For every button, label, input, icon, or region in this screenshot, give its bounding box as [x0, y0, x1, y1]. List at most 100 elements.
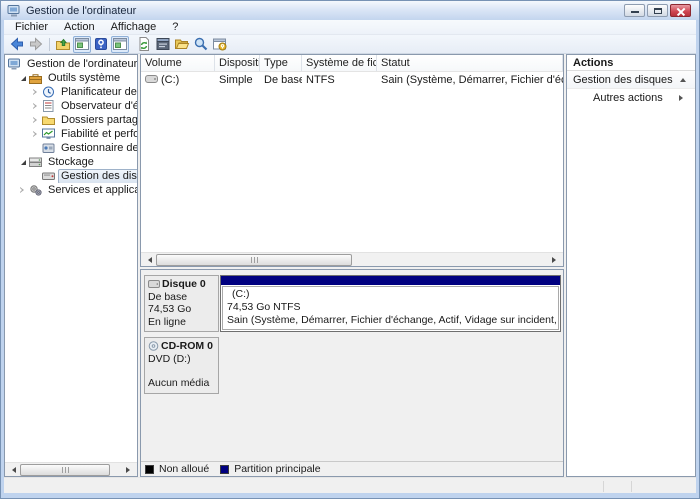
- collapsed-arrow-icon[interactable]: [32, 117, 41, 123]
- legend-primary-partition-label: Partition principale: [234, 463, 321, 475]
- tree-item-outils-systeme[interactable]: Outils système: [5, 71, 137, 85]
- tree-item-services-applications[interactable]: Services et applications: [5, 183, 137, 197]
- window-title: Gestion de l'ordinateur: [26, 4, 137, 17]
- disk-0-label[interactable]: Disque 0 De base 74,53 Go En ligne: [144, 275, 219, 332]
- volume-filesystem: NTFS: [306, 73, 335, 86]
- scroll-left-arrow[interactable]: [142, 254, 155, 266]
- expanded-arrow-icon[interactable]: [19, 75, 28, 81]
- disk-0-row: Disque 0 De base 74,53 Go En ligne (C:) …: [144, 275, 561, 332]
- computer-management-window: Gestion de l'ordinateur Fichier Action A…: [0, 0, 700, 499]
- collapsed-arrow-icon[interactable]: [32, 103, 41, 109]
- tree-item-stockage[interactable]: Stockage: [5, 155, 137, 169]
- search-icon: [194, 37, 208, 51]
- column-header-filesystem[interactable]: Système de fichiers: [302, 55, 377, 71]
- cdrom-icon: [148, 341, 159, 352]
- disk-management-view: Volume Disposition Type Système de fichi…: [140, 54, 564, 477]
- disk-management-icon: [42, 172, 55, 180]
- partition-status: Sain (Système, Démarrer, Fichier d'échan…: [227, 314, 558, 326]
- menu-help[interactable]: ?: [164, 20, 186, 35]
- volume-row-c[interactable]: (C:) Simple De base NTFS Sain (Système, …: [141, 72, 563, 87]
- event-viewer-icon: [43, 100, 54, 112]
- main-area: Gestion de l'ordinateur (local) Outils s…: [4, 54, 696, 477]
- tree-item-gestionnaire-peripheriques[interactable]: Gestionnaire de périphériques: [5, 141, 137, 155]
- scroll-right-arrow[interactable]: [549, 254, 562, 266]
- tree-item-fiabilite-performance[interactable]: Fiabilité et performance: [5, 127, 137, 141]
- console-window-icon: [75, 38, 89, 50]
- maximize-icon: [654, 8, 662, 14]
- volume-list-header: Volume Disposition Type Système de fichi…: [141, 55, 563, 72]
- minimize-button[interactable]: [624, 4, 645, 17]
- actions-group-gestion-des-disques[interactable]: Gestion des disques: [567, 71, 695, 89]
- tree-horizontal-scrollbar[interactable]: [5, 462, 137, 476]
- collapsed-arrow-icon[interactable]: [32, 89, 41, 95]
- collapsed-arrow-icon[interactable]: [32, 131, 41, 137]
- column-header-type[interactable]: Type: [260, 55, 302, 71]
- title-bar[interactable]: Gestion de l'ordinateur: [1, 1, 699, 20]
- console-window-button[interactable]: [111, 35, 129, 53]
- tree-item-planificateur[interactable]: Planificateur de tâches: [5, 85, 137, 99]
- tree-item-dossiers-partages[interactable]: Dossiers partagés: [5, 113, 137, 127]
- submenu-arrow-icon: [679, 95, 686, 101]
- shared-folders-icon: [42, 116, 55, 125]
- up-one-level-button[interactable]: [54, 36, 72, 53]
- cdrom-0-row: CD-ROM 0 DVD (D:) Aucun média: [144, 337, 561, 394]
- partition-legend: Non alloué Partition principale: [141, 461, 563, 476]
- close-button[interactable]: [670, 4, 691, 17]
- performance-monitor-icon: [42, 128, 55, 139]
- legend-unallocated-swatch: [145, 464, 154, 474]
- toolbar-separator: [49, 37, 50, 51]
- collapsed-arrow-icon[interactable]: [19, 187, 28, 193]
- tree-item-computer-management[interactable]: Gestion de l'ordinateur (local): [5, 57, 137, 71]
- console-tree-panel: Gestion de l'ordinateur (local) Outils s…: [4, 54, 138, 477]
- tree-item-observateur[interactable]: Observateur d'événements: [5, 99, 137, 113]
- maximize-button[interactable]: [647, 4, 668, 17]
- services-icon: [30, 185, 42, 196]
- forward-icon: [30, 37, 43, 51]
- disk-0-size: 74,53 Go: [148, 303, 192, 315]
- minimize-icon: [631, 11, 639, 13]
- actions-item-autres-actions[interactable]: Autres actions: [567, 89, 695, 107]
- column-header-statut[interactable]: Statut: [377, 55, 563, 71]
- forward-button[interactable]: [27, 36, 45, 53]
- back-button[interactable]: [8, 36, 26, 53]
- column-header-disposition[interactable]: Disposition: [215, 55, 260, 71]
- legend-primary-partition-swatch: [220, 464, 230, 474]
- actions-header: Actions: [567, 55, 695, 71]
- console-help-icon: [213, 38, 227, 51]
- disk-0-state: En ligne: [148, 315, 186, 328]
- cdrom-0-type: DVD (D:): [148, 352, 191, 365]
- help-icon: [95, 38, 107, 50]
- volume-list-horizontal-scrollbar[interactable]: [141, 252, 563, 266]
- cdrom-0-label[interactable]: CD-ROM 0 DVD (D:) Aucun média: [144, 337, 219, 394]
- collapse-arrow-icon[interactable]: [680, 75, 686, 82]
- column-header-volume[interactable]: Volume: [141, 55, 215, 71]
- scroll-left-arrow[interactable]: [6, 464, 19, 476]
- open-folder-button[interactable]: [173, 36, 191, 53]
- expanded-arrow-icon[interactable]: [19, 159, 28, 165]
- properties-window-icon: [156, 38, 170, 50]
- volume-disposition: Simple: [219, 73, 253, 86]
- export-list-button[interactable]: [135, 36, 153, 53]
- legend-unallocated-label: Non alloué: [159, 463, 210, 475]
- help-button[interactable]: [92, 36, 110, 53]
- menu-action[interactable]: Action: [56, 20, 103, 35]
- tree-item-gestion-des-disques[interactable]: Gestion des disques: [5, 169, 137, 183]
- volume-status: Sain (Système, Démarrer, Fichier d'échan…: [381, 73, 563, 86]
- console-help-button[interactable]: [211, 36, 229, 53]
- disk-icon: [148, 280, 160, 289]
- properties-button[interactable]: [154, 36, 172, 53]
- task-scheduler-icon: [43, 86, 54, 98]
- menu-fichier[interactable]: Fichier: [7, 20, 56, 35]
- volume-name: (C:): [161, 73, 180, 86]
- scrollbar-thumb[interactable]: [156, 254, 352, 266]
- volume-type: De base: [264, 73, 302, 86]
- scroll-right-arrow[interactable]: [123, 464, 136, 476]
- device-manager-icon: [42, 143, 55, 153]
- scrollbar-thumb[interactable]: [20, 464, 110, 476]
- menu-affichage[interactable]: Affichage: [103, 20, 165, 35]
- show-console-tree-button[interactable]: [73, 35, 91, 53]
- search-button[interactable]: [192, 36, 210, 53]
- cdrom-0-state: Aucun média: [148, 377, 210, 389]
- menu-bar: Fichier Action Affichage ?: [4, 20, 696, 35]
- disk-0-partition-c[interactable]: (C:) 74,53 Go NTFS Sain (Système, Démarr…: [220, 275, 561, 332]
